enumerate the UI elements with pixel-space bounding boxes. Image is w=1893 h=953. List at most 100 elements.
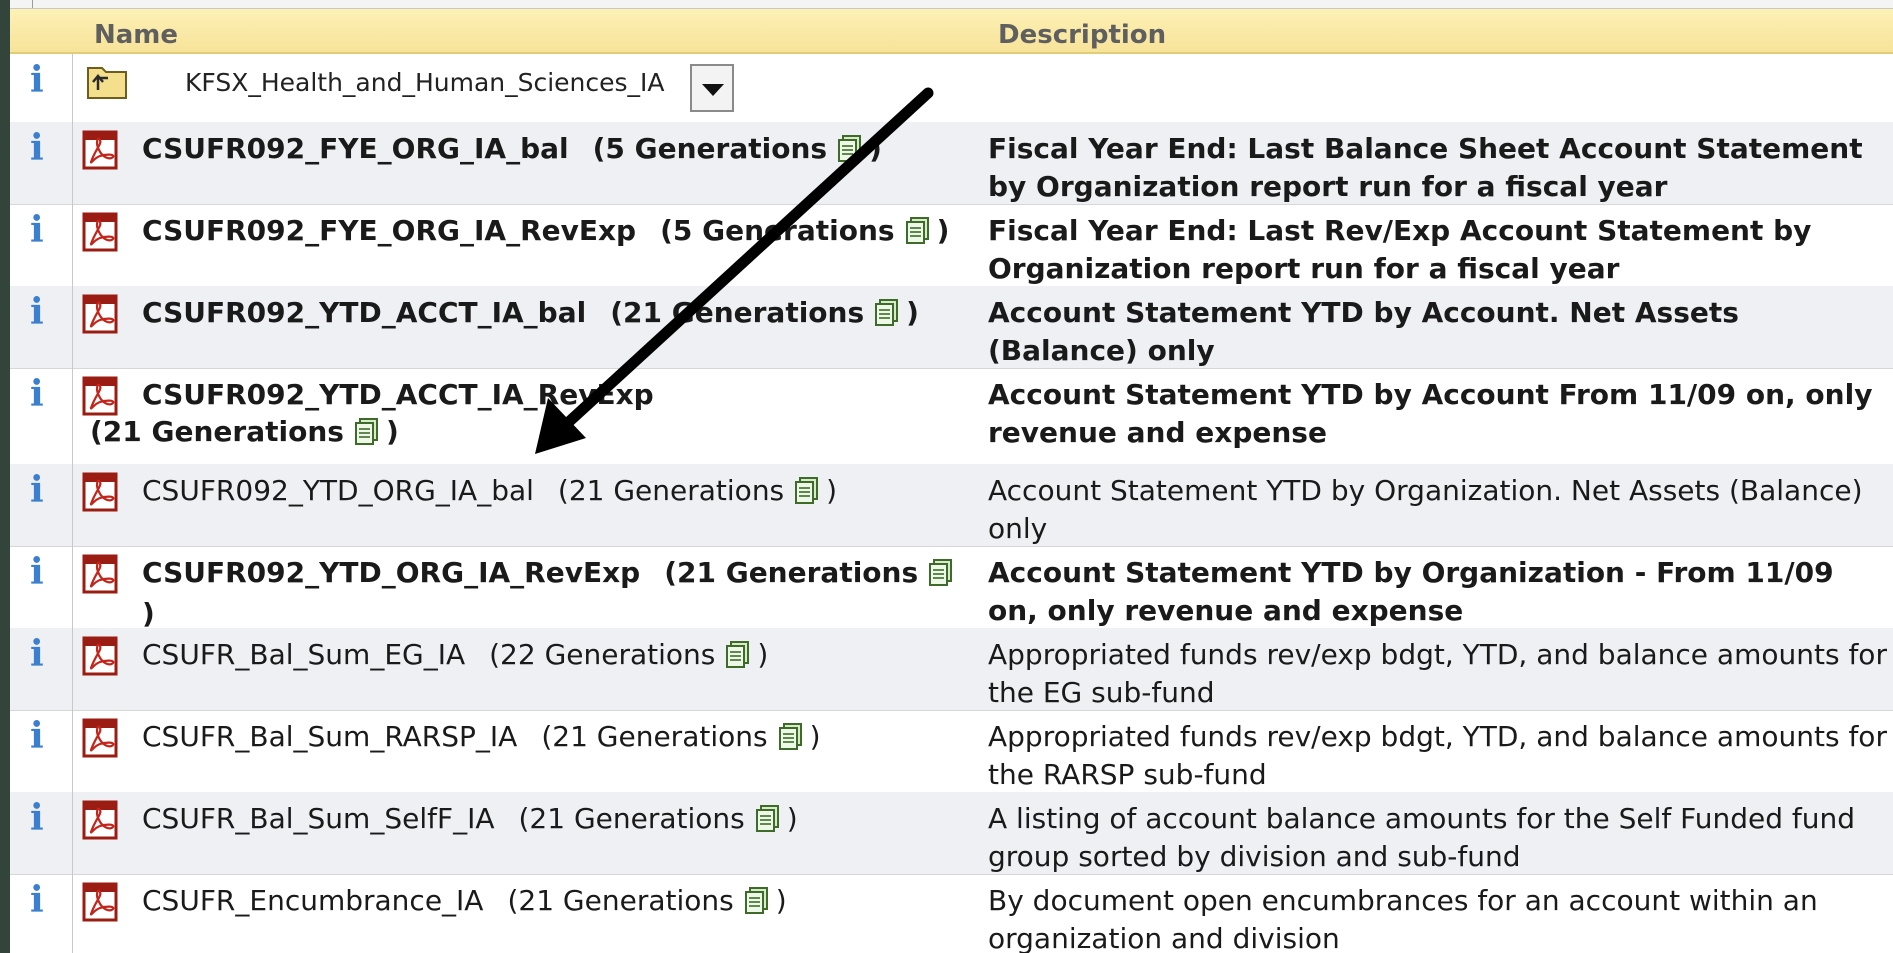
report-name-cell: CSUFR_Bal_Sum_SelfF_IA (21 Generations) xyxy=(142,800,972,841)
generations-link[interactable]: (5 Generations) xyxy=(660,214,949,247)
pdf-icon[interactable] xyxy=(82,554,120,594)
generations-label: (21 Generations xyxy=(557,474,785,507)
generations-close: ) xyxy=(142,597,155,630)
generations-close: ) xyxy=(757,638,769,671)
generations-link[interactable]: (21 Generations) xyxy=(518,802,797,835)
report-name-cell: CSUFR092_YTD_ACCT_IA_bal (21 Generations) xyxy=(142,294,972,335)
table-row: i CSUFR092_FYE_ORG_IA_RevExp (5 Generation… xyxy=(10,204,1893,287)
folder-dropdown-button[interactable] xyxy=(690,64,734,112)
info-icon[interactable]: i xyxy=(30,472,44,508)
report-name-link[interactable]: CSUFR092_YTD_ORG_IA_bal xyxy=(142,474,534,507)
generations-close: ) xyxy=(869,132,882,165)
report-description: Account Statement YTD by Organization - … xyxy=(988,556,1834,627)
pdf-icon[interactable] xyxy=(82,472,120,512)
report-description: Appropriated funds rev/exp bdgt, YTD, an… xyxy=(988,638,1887,709)
table-row: i CSUFR_Bal_Sum_EG_IA (22 Generations) Appr… xyxy=(10,628,1893,711)
pdf-icon[interactable] xyxy=(82,212,120,252)
info-cell: i xyxy=(10,368,73,464)
info-icon[interactable]: i xyxy=(30,800,44,836)
generations-label: (5 Generations xyxy=(660,214,895,247)
report-description: Account Statement YTD by Account. Net As… xyxy=(988,296,1739,367)
top-strip xyxy=(10,0,1893,9)
generations-link[interactable]: (21 Generations) xyxy=(541,720,820,753)
info-cell: i xyxy=(10,122,73,204)
generations-link[interactable]: (22 Generations) xyxy=(489,638,768,671)
chevron-down-icon xyxy=(702,84,724,96)
pdf-icon[interactable] xyxy=(82,294,120,334)
generations-link[interactable]: (21 Generations) xyxy=(558,474,837,507)
generations-label: (21 Generations xyxy=(518,802,745,835)
table-header: Name Description xyxy=(10,9,1893,54)
folder-up-icon[interactable] xyxy=(86,62,128,100)
report-name-cell: CSUFR092_FYE_ORG_IA_bal (5 Generations) xyxy=(142,130,972,171)
report-name-cell: CSUFR_Bal_Sum_EG_IA (22 Generations) xyxy=(142,636,972,677)
report-name-link[interactable]: CSUFR092_YTD_ACCT_IA_bal xyxy=(142,296,586,329)
info-cell: i xyxy=(10,286,73,368)
info-icon[interactable]: i xyxy=(30,62,44,98)
generations-label: (21 Generations xyxy=(664,556,919,589)
table-row: i CSUFR092_YTD_ACCT_IA_bal (21 Generations… xyxy=(10,286,1893,369)
generations-icon xyxy=(354,417,380,454)
report-name-link[interactable]: CSUFR092_YTD_ACCT_IA_RevExp xyxy=(90,376,850,413)
generations-close: ) xyxy=(775,884,787,917)
report-name-link[interactable]: CSUFR092_YTD_ORG_IA_RevExp xyxy=(142,556,640,589)
generations-link[interactable]: (21 Generations) xyxy=(610,296,919,329)
table-row: i CSUFR_Bal_Sum_SelfF_IA (21 Generations) A… xyxy=(10,792,1893,875)
info-cell: i xyxy=(10,464,73,546)
info-icon[interactable]: i xyxy=(30,636,44,672)
generations-label: (21 Generations xyxy=(507,884,734,917)
report-name-link[interactable]: CSUFR_Encumbrance_IA xyxy=(142,884,483,917)
generations-label: (21 Generations xyxy=(90,415,344,448)
table-row: i CSUFR092_FYE_ORG_IA_bal (5 Generations) F… xyxy=(10,122,1893,205)
report-description: Fiscal Year End: Last Balance Sheet Acco… xyxy=(988,132,1863,203)
description-column-header[interactable]: Description xyxy=(998,21,1166,49)
report-name-link[interactable]: CSUFR_Bal_Sum_EG_IA xyxy=(142,638,465,671)
name-column-header[interactable]: Name xyxy=(94,21,178,49)
report-name-link[interactable]: CSUFR092_FYE_ORG_IA_bal xyxy=(142,132,569,165)
generations-icon xyxy=(837,134,863,171)
info-icon[interactable]: i xyxy=(30,130,44,166)
generations-icon xyxy=(905,216,931,253)
folder-name: KFSX_Health_and_Human_Sciences_IA xyxy=(185,68,665,97)
report-description: Appropriated funds rev/exp bdgt, YTD, an… xyxy=(988,720,1887,791)
generations-icon xyxy=(725,640,751,677)
pdf-icon[interactable] xyxy=(82,882,120,922)
info-icon[interactable]: i xyxy=(30,376,44,412)
pdf-icon[interactable] xyxy=(82,636,120,676)
pdf-icon[interactable] xyxy=(82,800,120,840)
table-row: i CSUFR_Bal_Sum_RARSP_IA (21 Generations) A… xyxy=(10,710,1893,793)
report-name-link[interactable]: CSUFR_Bal_Sum_RARSP_IA xyxy=(142,720,517,753)
info-icon[interactable]: i xyxy=(30,718,44,754)
generations-label: (21 Generations xyxy=(610,296,865,329)
generations-icon xyxy=(874,298,900,335)
pdf-icon[interactable] xyxy=(82,130,120,170)
generations-link[interactable]: (21 Generations) xyxy=(90,415,399,448)
generations-link[interactable]: (5 Generations) xyxy=(593,132,882,165)
generations-label: (21 Generations xyxy=(541,720,768,753)
info-icon[interactable]: i xyxy=(30,294,44,330)
report-name-cell: CSUFR092_YTD_ORG_IA_bal (21 Generations) xyxy=(142,472,972,513)
generations-icon xyxy=(744,886,770,923)
info-cell: i xyxy=(10,628,73,710)
report-description: Account Statement YTD by Organization. N… xyxy=(988,474,1863,545)
table-row: i CSUFR092_YTD_ACCT_IA_RevExp (21 Generati… xyxy=(10,368,1893,465)
table-row: i CSUFR_Encumbrance_IA (21 Generations) By … xyxy=(10,874,1893,953)
report-description: Fiscal Year End: Last Rev/Exp Account St… xyxy=(988,214,1812,285)
generations-close: ) xyxy=(385,415,399,448)
report-name-cell: CSUFR092_FYE_ORG_IA_RevExp (5 Generations… xyxy=(142,212,972,253)
generations-link[interactable]: (21 Generations) xyxy=(507,884,786,917)
report-name-link[interactable]: CSUFR_Bal_Sum_SelfF_IA xyxy=(142,802,494,835)
generations-icon xyxy=(928,558,954,595)
info-icon[interactable]: i xyxy=(30,554,44,590)
info-icon[interactable]: i xyxy=(30,212,44,248)
report-name-cell: CSUFR_Bal_Sum_RARSP_IA (21 Generations) xyxy=(142,718,972,759)
report-name-link[interactable]: CSUFR092_FYE_ORG_IA_RevExp xyxy=(142,214,636,247)
pdf-icon[interactable] xyxy=(82,718,120,758)
generations-close: ) xyxy=(809,720,821,753)
info-icon[interactable]: i xyxy=(30,882,44,918)
table-row: i CSUFR092_YTD_ORG_IA_RevExp (21 Generatio… xyxy=(10,546,1893,630)
generations-close: ) xyxy=(936,214,950,247)
generations-close: ) xyxy=(826,474,838,507)
report-description: Account Statement YTD by Account From 11… xyxy=(988,378,1873,449)
generations-label: (22 Generations xyxy=(489,638,716,671)
